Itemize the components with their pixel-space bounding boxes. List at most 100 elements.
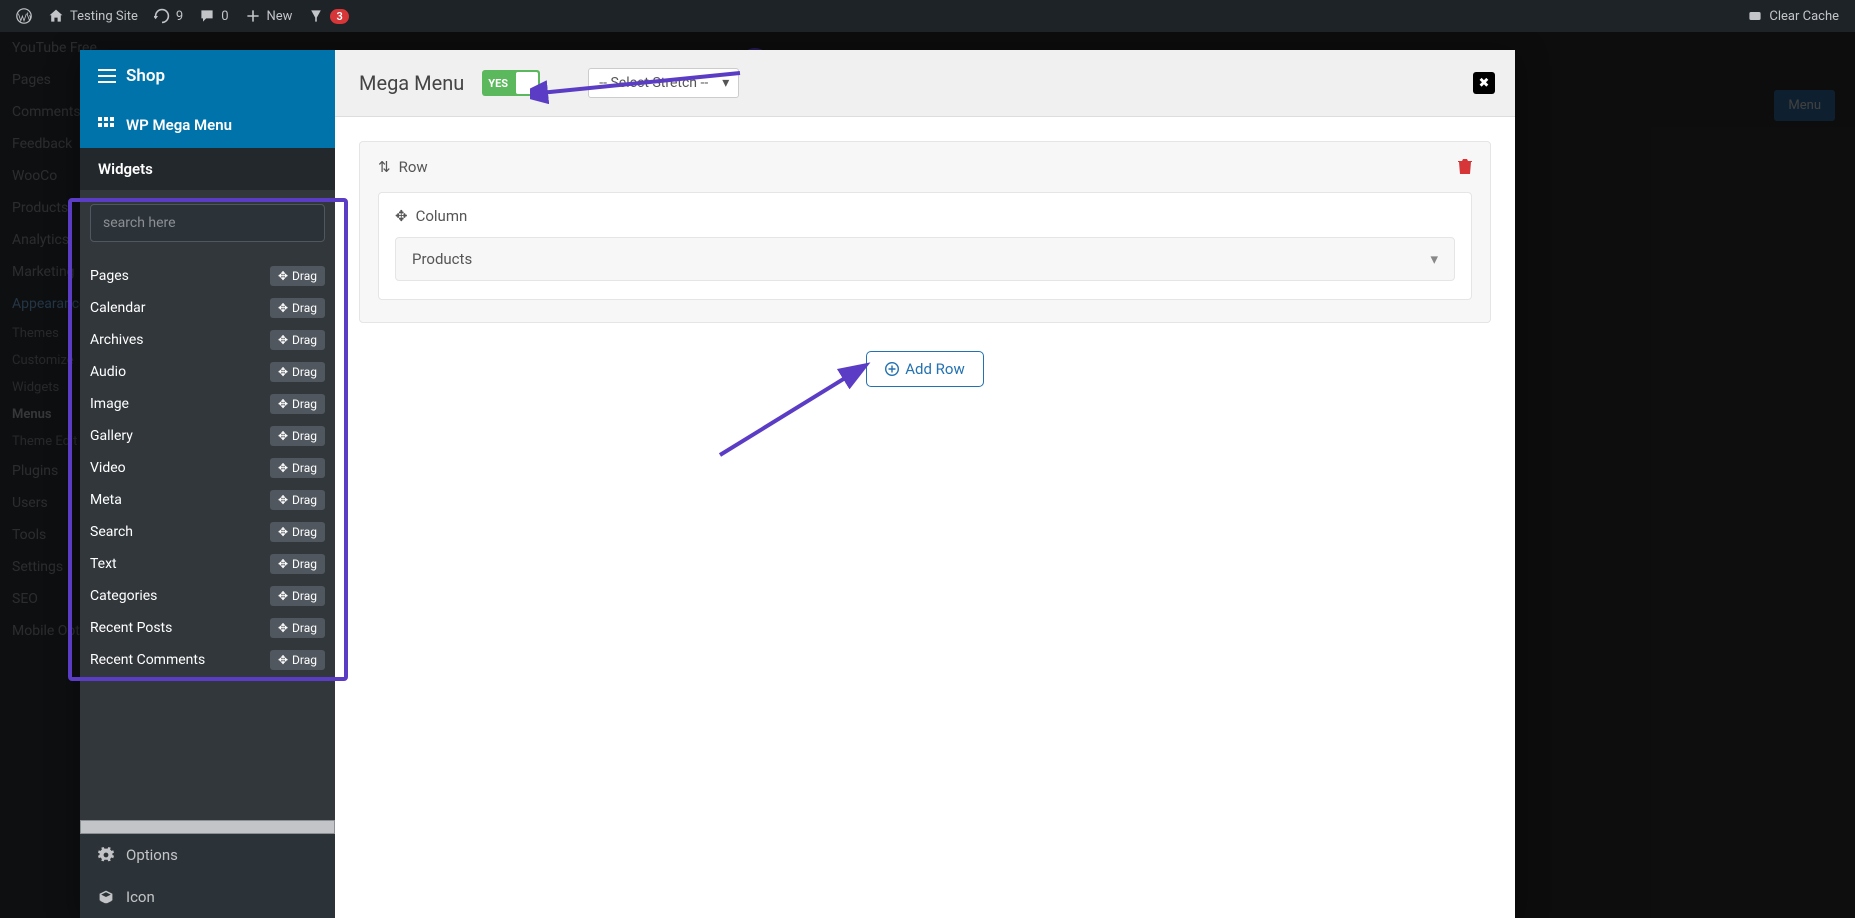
drag-button[interactable]: ✥ Drag	[270, 490, 325, 510]
widget-label: Gallery	[90, 428, 133, 444]
drag-button[interactable]: ✥ Drag	[270, 650, 325, 670]
tab-options-label: Options	[126, 846, 178, 864]
widget-item: Calendar ✥ Drag	[90, 292, 325, 324]
mega-menu-body: ⇅ Row ✥ Column Products ▾ Add	[335, 117, 1515, 918]
wp-logo[interactable]	[8, 0, 40, 32]
tab-icon-label: Icon	[126, 888, 155, 906]
mega-menu-header: Mega Menu YES -- Select Stretch -- ✖	[335, 50, 1515, 117]
tab-widgets-header: Widgets	[80, 148, 335, 190]
widget-label: Search	[90, 524, 133, 540]
drag-button[interactable]: ✥ Drag	[270, 394, 325, 414]
widget-products[interactable]: Products ▾	[395, 237, 1455, 281]
drag-button[interactable]: ✥ Drag	[270, 362, 325, 382]
mega-menu-title: Mega Menu	[359, 71, 464, 95]
move-icon: ✥	[278, 557, 288, 571]
widget-item: Image✥ Drag	[90, 388, 325, 420]
move-icon: ✥	[278, 397, 288, 411]
widget-label: Audio	[90, 364, 126, 380]
gear-icon	[98, 847, 114, 863]
move-icon[interactable]: ✥	[395, 207, 408, 225]
widget-label: Categories	[90, 588, 157, 604]
drag-button[interactable]: ✥ Drag	[270, 554, 325, 574]
move-icon: ✥	[278, 589, 288, 603]
grid-icon	[98, 117, 114, 133]
wp-admin-bar: Testing Site 9 0 New 3 Clear Cache	[0, 0, 1855, 32]
sort-icon[interactable]: ⇅	[378, 158, 391, 176]
widgets-panel: Pages✥ DragCalendar✥ DragArchives✥ DragA…	[80, 190, 335, 834]
move-icon: ✥	[278, 333, 288, 347]
tab-options[interactable]: Options	[80, 834, 335, 876]
delete-row-button[interactable]	[1458, 159, 1472, 175]
move-icon: ✥	[278, 525, 288, 539]
add-row-button[interactable]: Add Row	[866, 351, 984, 387]
drag-button[interactable]: ✥ Drag	[270, 522, 325, 542]
widget-item: Recent Comments ✥ Drag	[90, 644, 325, 676]
widget-label: Calendar	[90, 300, 146, 316]
widget-search-input[interactable]	[90, 204, 325, 242]
widget-item: Meta✥ Drag	[90, 484, 325, 516]
mega-menu-column: ✥ Column Products ▾	[378, 192, 1472, 300]
move-icon: ✥	[278, 621, 288, 635]
clear-cache[interactable]: Clear Cache	[1739, 0, 1847, 32]
widget-label: Text	[90, 556, 117, 572]
close-icon: ✖	[1479, 76, 1490, 91]
mega-menu-modal: Shop WP Mega Menu Widgets Pages✥ DragCal…	[80, 50, 1515, 918]
comment-icon	[199, 8, 215, 24]
move-icon: ✥	[278, 301, 288, 315]
column-header: ✥ Column	[395, 207, 1455, 225]
widget-item: Categories ✥ Drag	[90, 580, 325, 612]
shop-label: Shop	[126, 66, 165, 86]
tab-mega-label: WP Mega Menu	[126, 116, 232, 134]
widget-item: Gallery ✥ Drag	[90, 420, 325, 452]
comments-count: 0	[221, 9, 228, 24]
drag-button[interactable]: ✥ Drag	[270, 586, 325, 606]
widget-item: Text ✥ Drag	[90, 548, 325, 580]
move-icon: ✥	[278, 493, 288, 507]
caret-down-icon: ▾	[1430, 250, 1438, 268]
yoast[interactable]: 3	[300, 0, 356, 32]
widget-label: Pages	[90, 268, 129, 284]
yoast-icon	[308, 8, 324, 24]
widget-label: Recent Comments	[90, 652, 205, 668]
row-label: Row	[399, 158, 428, 176]
widget-name: Products	[412, 250, 472, 268]
new-label: New	[267, 9, 293, 24]
widget-label: Archives	[90, 332, 144, 348]
move-icon: ✥	[278, 461, 288, 475]
widget-item: Archives ✥ Drag	[90, 324, 325, 356]
tab-icon[interactable]: Icon	[80, 876, 335, 918]
mega-menu-content: Mega Menu YES -- Select Stretch -- ✖ ⇅ R…	[335, 50, 1515, 918]
column-label: Column	[416, 207, 468, 225]
cube-icon	[98, 889, 114, 905]
drag-button[interactable]: ✥ Drag	[270, 618, 325, 638]
stretch-select[interactable]: -- Select Stretch --	[588, 68, 739, 98]
tab-wp-mega-menu[interactable]: WP Mega Menu	[80, 102, 335, 148]
site-name-label: Testing Site	[70, 9, 138, 24]
site-name[interactable]: Testing Site	[40, 0, 146, 32]
toggle-knob	[516, 72, 538, 94]
close-button[interactable]: ✖	[1473, 72, 1495, 94]
drag-button[interactable]: ✥ Drag	[270, 266, 325, 286]
widget-label: Recent Posts	[90, 620, 172, 636]
horizontal-scrollbar[interactable]	[80, 820, 335, 834]
widget-item: Pages ✥ Drag	[90, 260, 325, 292]
plus-circle-icon	[885, 362, 899, 376]
move-icon: ✥	[278, 365, 288, 379]
drag-button[interactable]: ✥ Drag	[270, 330, 325, 350]
home-icon	[48, 8, 64, 24]
yoast-count: 3	[330, 9, 348, 24]
updates[interactable]: 9	[146, 0, 191, 32]
mega-menu-sidebar: Shop WP Mega Menu Widgets Pages✥ DragCal…	[80, 50, 335, 918]
drag-button[interactable]: ✥ Drag	[270, 298, 325, 318]
updates-count: 9	[176, 9, 183, 24]
plus-icon	[245, 8, 261, 24]
move-icon: ✥	[278, 269, 288, 283]
widget-item: Video✥ Drag	[90, 452, 325, 484]
new-content[interactable]: New	[237, 0, 301, 32]
drag-button[interactable]: ✥ Drag	[270, 458, 325, 478]
drag-button[interactable]: ✥ Drag	[270, 426, 325, 446]
mega-menu-toggle[interactable]: YES	[482, 70, 540, 96]
comments[interactable]: 0	[191, 0, 236, 32]
add-row-label: Add Row	[905, 360, 965, 378]
row-header: ⇅ Row	[378, 158, 1472, 176]
